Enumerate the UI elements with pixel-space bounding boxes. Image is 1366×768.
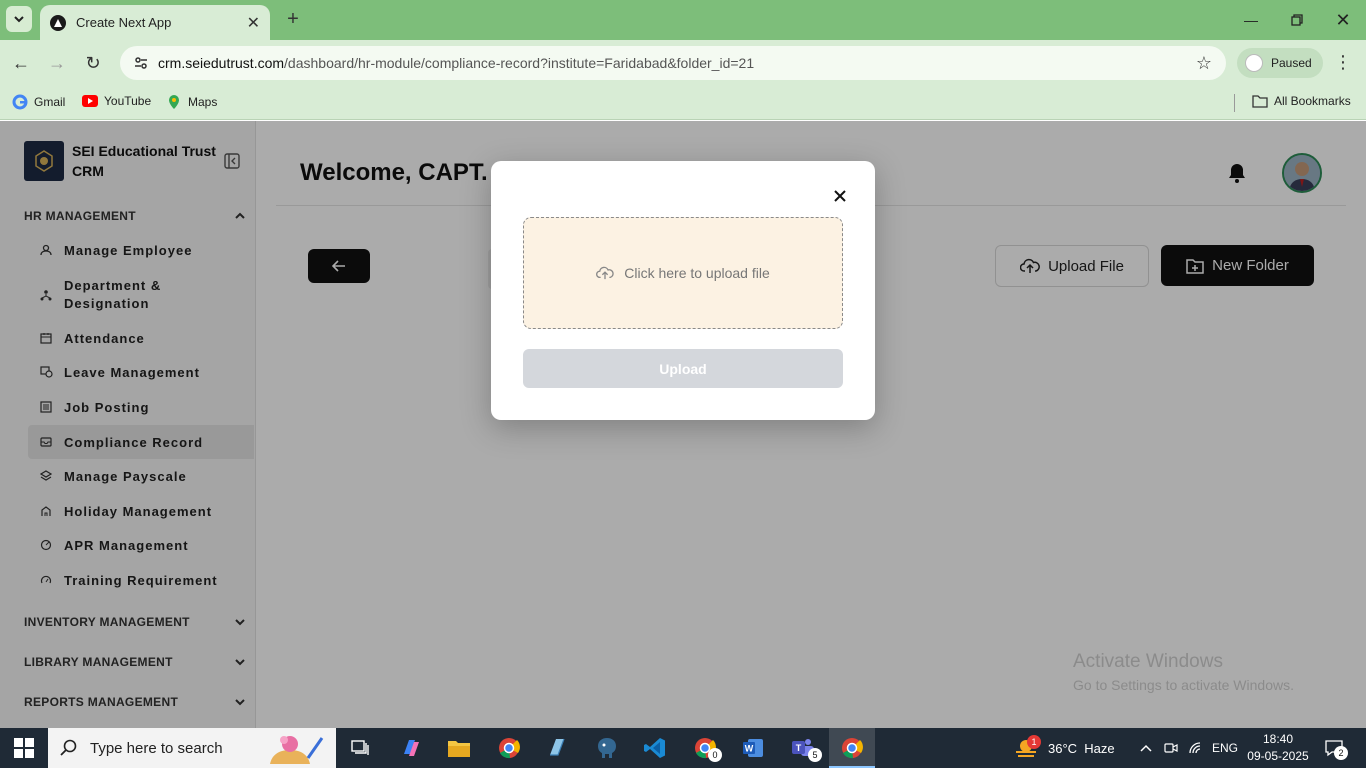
maps-icon [166,94,182,110]
minimize-button[interactable]: — [1228,0,1274,40]
tab-search-button[interactable] [6,6,32,32]
weather-widget[interactable]: 1 36°C Haze [1014,728,1115,768]
windows-taskbar: Type here to search 0 W T 5 1 36°C Haze [0,728,1366,768]
postgresql-icon[interactable] [592,734,622,762]
notification-badge: 2 [1334,746,1348,760]
taskbar-clock[interactable]: 18:40 09-05-2025 [1246,731,1310,765]
profile-button[interactable]: Paused [1237,48,1323,78]
restore-icon [1291,14,1303,26]
chrome-badge: 0 [708,748,722,762]
close-window-button[interactable]: ✕ [1320,0,1366,40]
vscode-icon[interactable] [640,734,670,762]
file-explorer-icon[interactable] [444,734,474,762]
bookmark-maps[interactable]: Maps [166,94,217,110]
url-text: crm.seiedutrust.com/dashboard/hr-module/… [158,55,755,71]
language-indicator[interactable]: ENG [1212,728,1238,768]
taskbar-search[interactable]: Type here to search [48,728,336,768]
bookmark-star-icon[interactable]: ☆ [1196,53,1212,74]
google-icon [12,94,28,110]
upload-modal: Click here to upload file Upload [491,161,875,420]
dropzone-text: Click here to upload file [624,265,770,281]
chrome-profile-icon[interactable]: 0 [690,734,722,762]
close-tab-icon[interactable]: ✕ [247,13,260,33]
chrome-active-icon[interactable] [837,734,867,762]
forward-arrow-icon[interactable]: → [44,50,70,76]
more-menu-icon[interactable]: ⋮ [1334,52,1352,73]
wifi-icon[interactable] [1188,728,1204,768]
site-info-icon[interactable] [132,54,150,72]
word-icon[interactable]: W [738,734,768,762]
address-bar[interactable]: crm.seiedutrust.com/dashboard/hr-module/… [120,46,1226,80]
bookmarks-divider [1234,94,1235,112]
youtube-icon [82,95,98,107]
copilot-icon[interactable] [396,734,426,762]
notification-center-icon[interactable]: 2 [1324,728,1348,768]
search-highlight-icon [270,736,324,764]
file-dropzone[interactable]: Click here to upload file [523,217,843,329]
all-bookmarks[interactable]: All Bookmarks [1252,94,1351,108]
teams-icon[interactable]: T 5 [788,734,822,762]
profile-avatar [1245,54,1263,72]
chrome-icon[interactable] [494,734,524,762]
browser-tab-bar: Create Next App ✕ + — ✕ [0,0,1366,40]
browser-tab[interactable]: Create Next App ✕ [40,5,270,40]
reload-icon[interactable]: ↻ [80,50,106,76]
windows-start-icon[interactable] [14,738,34,758]
notepad-icon[interactable] [542,734,572,762]
tray-overflow-icon[interactable] [1140,728,1152,768]
restore-button[interactable] [1274,0,1320,40]
search-icon [60,739,78,757]
bookmark-gmail[interactable]: Gmail [12,94,65,110]
upload-button[interactable]: Upload [523,349,843,388]
back-arrow-icon[interactable]: ← [8,50,34,76]
svg-text:T: T [796,743,802,753]
weather-badge: 1 [1027,735,1041,749]
meet-now-icon[interactable] [1164,728,1178,768]
cloud-upload-icon [596,266,614,280]
bookmarks-bar: Gmail YouTube Maps All Bookmarks [0,86,1366,120]
tab-title: Create Next App [76,15,172,30]
browser-toolbar: ← → ↻ crm.seiedutrust.com/dashboard/hr-m… [0,40,1366,86]
profile-status: Paused [1271,56,1312,70]
bookmark-youtube[interactable]: YouTube [82,94,151,108]
chevron-down-icon [14,16,24,23]
svg-text:W: W [745,744,754,754]
nextjs-icon [50,14,66,31]
close-icon[interactable] [831,187,849,205]
teams-badge: 5 [808,748,822,762]
task-view-icon[interactable] [346,734,376,762]
new-tab-button[interactable]: + [282,8,304,30]
folder-icon [1252,94,1268,108]
